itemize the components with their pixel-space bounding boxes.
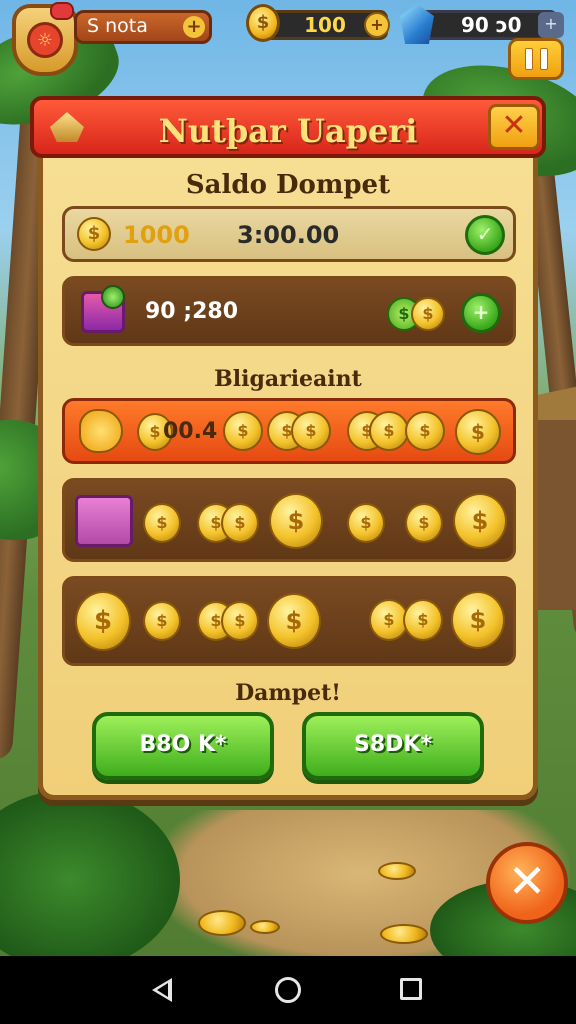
- coin-count: 100: [304, 13, 346, 37]
- gem-count: 90 ɔ0: [461, 13, 522, 37]
- mascot-icon: [79, 409, 123, 453]
- package-row-3[interactable]: $ $ $ $ $ $ $ $: [62, 576, 516, 666]
- package-row-2[interactable]: $ $ $ $ $ $ $: [62, 478, 516, 562]
- footer-heading: Dampet!: [235, 680, 341, 706]
- coin-icon: $: [221, 601, 259, 641]
- big-coin-icon: $: [451, 591, 505, 649]
- green-orb-icon: [101, 285, 125, 309]
- coin-icon: $: [405, 503, 443, 543]
- coin-icon: $: [347, 503, 385, 543]
- wallet-item-value: 90 ;280: [145, 299, 238, 324]
- coin-icon: $: [369, 411, 409, 451]
- coin-icon: $: [223, 411, 263, 451]
- coin-icon: $: [143, 503, 181, 543]
- wallet-coin-amount: 1000: [123, 221, 190, 249]
- treasure-chest-icon: [75, 495, 133, 547]
- wallet-row-items: 90 ;280 $ $ +: [62, 276, 516, 346]
- shield-icon: ☼: [27, 22, 63, 58]
- close-icon[interactable]: ✕: [486, 842, 568, 924]
- coin-icon: $: [455, 409, 501, 455]
- ground-coin-icon: [380, 924, 428, 944]
- add-coins-button[interactable]: +: [364, 12, 390, 38]
- pause-icon: [524, 48, 533, 70]
- coin-icon: $: [291, 411, 331, 451]
- top-hud: ☼ S nota + 100 $ + 90 ɔ0 +: [0, 0, 576, 80]
- ground-coin-icon: [250, 920, 280, 934]
- wallet-confirm-button[interactable]: ✓: [465, 215, 505, 255]
- left-action-button[interactable]: B8O K*: [92, 712, 274, 780]
- home-icon[interactable]: [275, 977, 301, 1003]
- coin-icon: $: [411, 297, 445, 331]
- add-gems-button[interactable]: +: [538, 12, 564, 38]
- coin-icon: $: [143, 601, 181, 641]
- package-featured[interactable]: $ 00.4 $ $ $ $ $ $ $: [62, 398, 516, 464]
- big-coin-icon: $: [453, 493, 507, 549]
- wallet-row-coins: $ 1000 3:00.00 ✓: [62, 206, 516, 262]
- coin-icon: $: [77, 217, 111, 251]
- coin-icon: $: [403, 599, 443, 641]
- right-action-button[interactable]: S8DK*: [302, 712, 484, 780]
- add-name-button[interactable]: +: [183, 16, 205, 38]
- pause-icon: [539, 48, 548, 70]
- coin-icon: $: [221, 503, 259, 543]
- system-nav-bar: [0, 956, 576, 1024]
- packages-heading: Bligarieaint: [214, 366, 362, 392]
- back-icon[interactable]: [152, 978, 172, 1002]
- coin-icon: $: [405, 411, 445, 451]
- dialog-title: Nutþar Uaperi: [158, 112, 418, 150]
- coin-icon: $: [246, 4, 280, 42]
- big-coin-icon: $: [75, 591, 131, 651]
- bow-icon: [50, 2, 74, 20]
- ground-coin-icon: [198, 910, 246, 936]
- big-coin-icon: $: [267, 593, 321, 649]
- gem-balance: 90 ɔ0: [418, 10, 558, 40]
- featured-value: 00.4: [163, 419, 218, 444]
- wallet-add-button[interactable]: +: [461, 293, 501, 333]
- wallet-heading: Saldo Dompet: [185, 170, 391, 200]
- recent-apps-icon[interactable]: [400, 978, 422, 1000]
- wallet-balance-value: 3:00.00: [237, 221, 340, 249]
- pause-button[interactable]: [508, 38, 564, 80]
- big-coin-icon: $: [269, 493, 323, 549]
- player-name: S nota: [87, 15, 148, 37]
- player-name-pill[interactable]: S nota +: [74, 10, 212, 44]
- dialog-title-bar: Nutþar Uaperi: [30, 96, 546, 158]
- ground-coin-icon: [378, 862, 416, 880]
- dialog-close-button[interactable]: ✕: [488, 104, 540, 150]
